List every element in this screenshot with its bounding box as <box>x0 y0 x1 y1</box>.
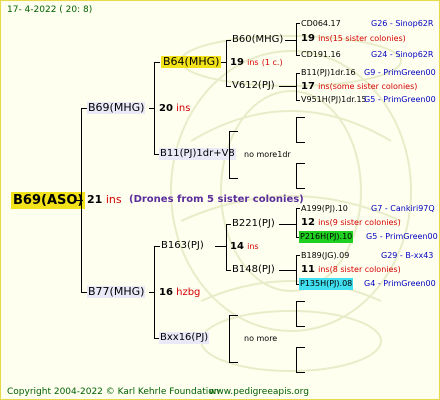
gen4-r12-info: G4 - PrimGreen00 <box>364 279 436 288</box>
gen3-a-tick-a <box>296 23 300 24</box>
gen2-a-tick-a <box>226 40 231 41</box>
website-link[interactable]: www.pedigreeapis.org <box>209 386 309 398</box>
gen4-r11-num: 11 <box>301 264 315 275</box>
gen4-r6-id[interactable]: V951H(PJ)1dr.15 <box>301 94 367 106</box>
gen1-upper-bracket <box>154 62 155 155</box>
gen4-r5-num: 17 <box>301 81 315 92</box>
gen3-c-bracket <box>296 208 297 238</box>
gen3-c-connector <box>279 224 297 225</box>
gen3-c-id[interactable]: B221(PJ) <box>232 218 275 230</box>
gen1-lower-data: 16 hzbg <box>159 287 200 299</box>
gen1-upper-num: 20 <box>159 103 173 114</box>
gen3-b-bracket <box>296 73 297 101</box>
gen4-r1-info: G26 - Sinop62R <box>371 19 434 28</box>
gen3-a-id[interactable]: B60(MHG) <box>232 34 283 46</box>
pedigree-frame: 17- 4-2022 ( 20: 8) Copyright 2004-2022 … <box>0 0 440 400</box>
gen2-a-tick-b <box>226 86 231 87</box>
root-bracket-line <box>81 108 82 293</box>
gen2-a-data: 19 ins (1 c.) <box>230 57 283 69</box>
gen3-d-connector <box>279 270 297 271</box>
gen2-c-ins: ins <box>247 242 259 251</box>
gen2-a-id[interactable]: B64(MHG) <box>161 56 222 68</box>
gen1-upper-ins: ins <box>176 103 191 114</box>
gen4-r8-ins: ins <box>318 218 330 227</box>
gen3-b-tick-b <box>296 100 300 101</box>
gen4-r8-num: 12 <box>301 217 315 228</box>
gen2-b-empty-bracket <box>229 131 238 179</box>
gen4-r2-num: 19 <box>301 33 315 44</box>
root-note: (Drones from 5 sister colonies) <box>129 194 304 205</box>
gen3-a-bracket <box>296 23 297 56</box>
gen2-c-tick-a <box>226 224 231 225</box>
gen2-a-ins: ins <box>247 58 259 67</box>
gen2-a-note: (1 c.) <box>261 58 283 67</box>
gen4-r6-info: G5 - PrimGreen00 <box>364 95 436 104</box>
gen4-r2-note: (15 sister colonies) <box>329 34 406 43</box>
gen4-r11-note: (8 sister colonies) <box>329 265 401 274</box>
gen2-d-id[interactable]: Bxx16(PJ) <box>159 332 210 344</box>
root-num: 21 <box>87 193 103 206</box>
gen2-a-bracket <box>226 40 227 87</box>
gen4-r2-data: 19 ins(15 sister colonies) <box>301 33 406 45</box>
gen3-b-tick-a <box>296 73 300 74</box>
gen4-r5-data: 17 ins(some sister colonies) <box>301 81 417 93</box>
gen2-d-note: no more <box>244 334 278 343</box>
gen4-r5-note: (some sister colonies) <box>329 82 418 91</box>
gen2-b-id[interactable]: B11(PJ)1dr+V8 <box>159 148 236 160</box>
gen4-r4-id[interactable]: B11(PJ)1dr.16 <box>301 67 356 79</box>
gen4-r4-info: G9 - PrimGreen00 <box>364 68 436 77</box>
gen2-c-num: 14 <box>230 241 244 252</box>
root-ins: ins <box>105 193 122 206</box>
gen2-c-tick-b <box>226 270 231 271</box>
copyright-text: Copyright 2004-2022 © Karl Kehrle Founda… <box>7 387 220 397</box>
gen4-r7-info: G7 - Cankiri97Q <box>371 204 435 213</box>
gen4-r10-info: G29 - B-xx43 <box>381 251 434 260</box>
gen2-a-num: 19 <box>230 57 244 68</box>
gen1-lower-id[interactable]: B77(MHG) <box>87 286 146 298</box>
gen4-r11-ins: ins <box>318 265 330 274</box>
gen4-r9-info: G5 - PrimGreen00 <box>366 232 438 241</box>
gen2-d-empty-bracket <box>229 315 238 363</box>
gen4-r9-id[interactable]: P216H(PJ).10 <box>299 231 354 243</box>
gen3-d-bracket <box>296 255 297 285</box>
gen1-upper-id[interactable]: B69(MHG) <box>87 102 146 114</box>
gen2-b-note: no more1dr <box>244 150 291 159</box>
gen4-r7-id[interactable]: A199(PJ).10 <box>301 203 348 215</box>
gen3-d-tick-a <box>296 255 300 256</box>
gen3-a-tick-b <box>296 55 300 56</box>
gen3-b-id[interactable]: V612(PJ) <box>232 80 275 92</box>
gen2-c-data: 14 ins <box>230 241 259 253</box>
gen4-r8-note: (9 sister colonies) <box>329 218 401 227</box>
gen3-empty-bracket-2 <box>296 163 305 189</box>
gen1-upper-data: 20 ins <box>159 103 190 115</box>
gen3-empty-bracket-4 <box>296 347 305 373</box>
gen1-lower-num: 16 <box>159 287 173 298</box>
gen1-lower-tick-a <box>154 246 160 247</box>
date-stamp: 17- 4-2022 ( 20: 8) <box>7 5 93 15</box>
gen3-c-tick-a <box>296 208 300 209</box>
gen1-lower-bracket <box>154 246 155 339</box>
gen4-r10-id[interactable]: B189(JG).09 <box>301 250 349 262</box>
gen3-empty-bracket-3 <box>296 301 305 327</box>
gen1-upper-tick-a <box>154 62 160 63</box>
gen3-d-id[interactable]: B148(PJ) <box>232 264 275 276</box>
gen1-lower-ins: hzbg <box>176 287 201 298</box>
gen4-r11-data: 11 ins(8 sister colonies) <box>301 264 401 276</box>
gen4-r3-id[interactable]: CD191.16 <box>301 49 341 61</box>
root-data: 21 ins <box>87 194 122 206</box>
gen4-r2-ins: ins <box>318 34 330 43</box>
gen2-c-bracket <box>226 224 227 271</box>
gen3-b-connector <box>279 86 297 87</box>
gen4-r8-data: 12 ins(9 sister colonies) <box>301 217 401 229</box>
gen4-r3-info: G24 - Sinop62R <box>371 50 434 59</box>
gen4-r5-ins: ins <box>318 82 330 91</box>
gen4-r1-id[interactable]: CD064.17 <box>301 18 341 30</box>
gen2-c-id[interactable]: B163(PJ) <box>161 240 204 252</box>
gen3-empty-bracket-1 <box>296 117 305 143</box>
gen4-r12-id[interactable]: P135H(PJ).08 <box>299 278 354 290</box>
